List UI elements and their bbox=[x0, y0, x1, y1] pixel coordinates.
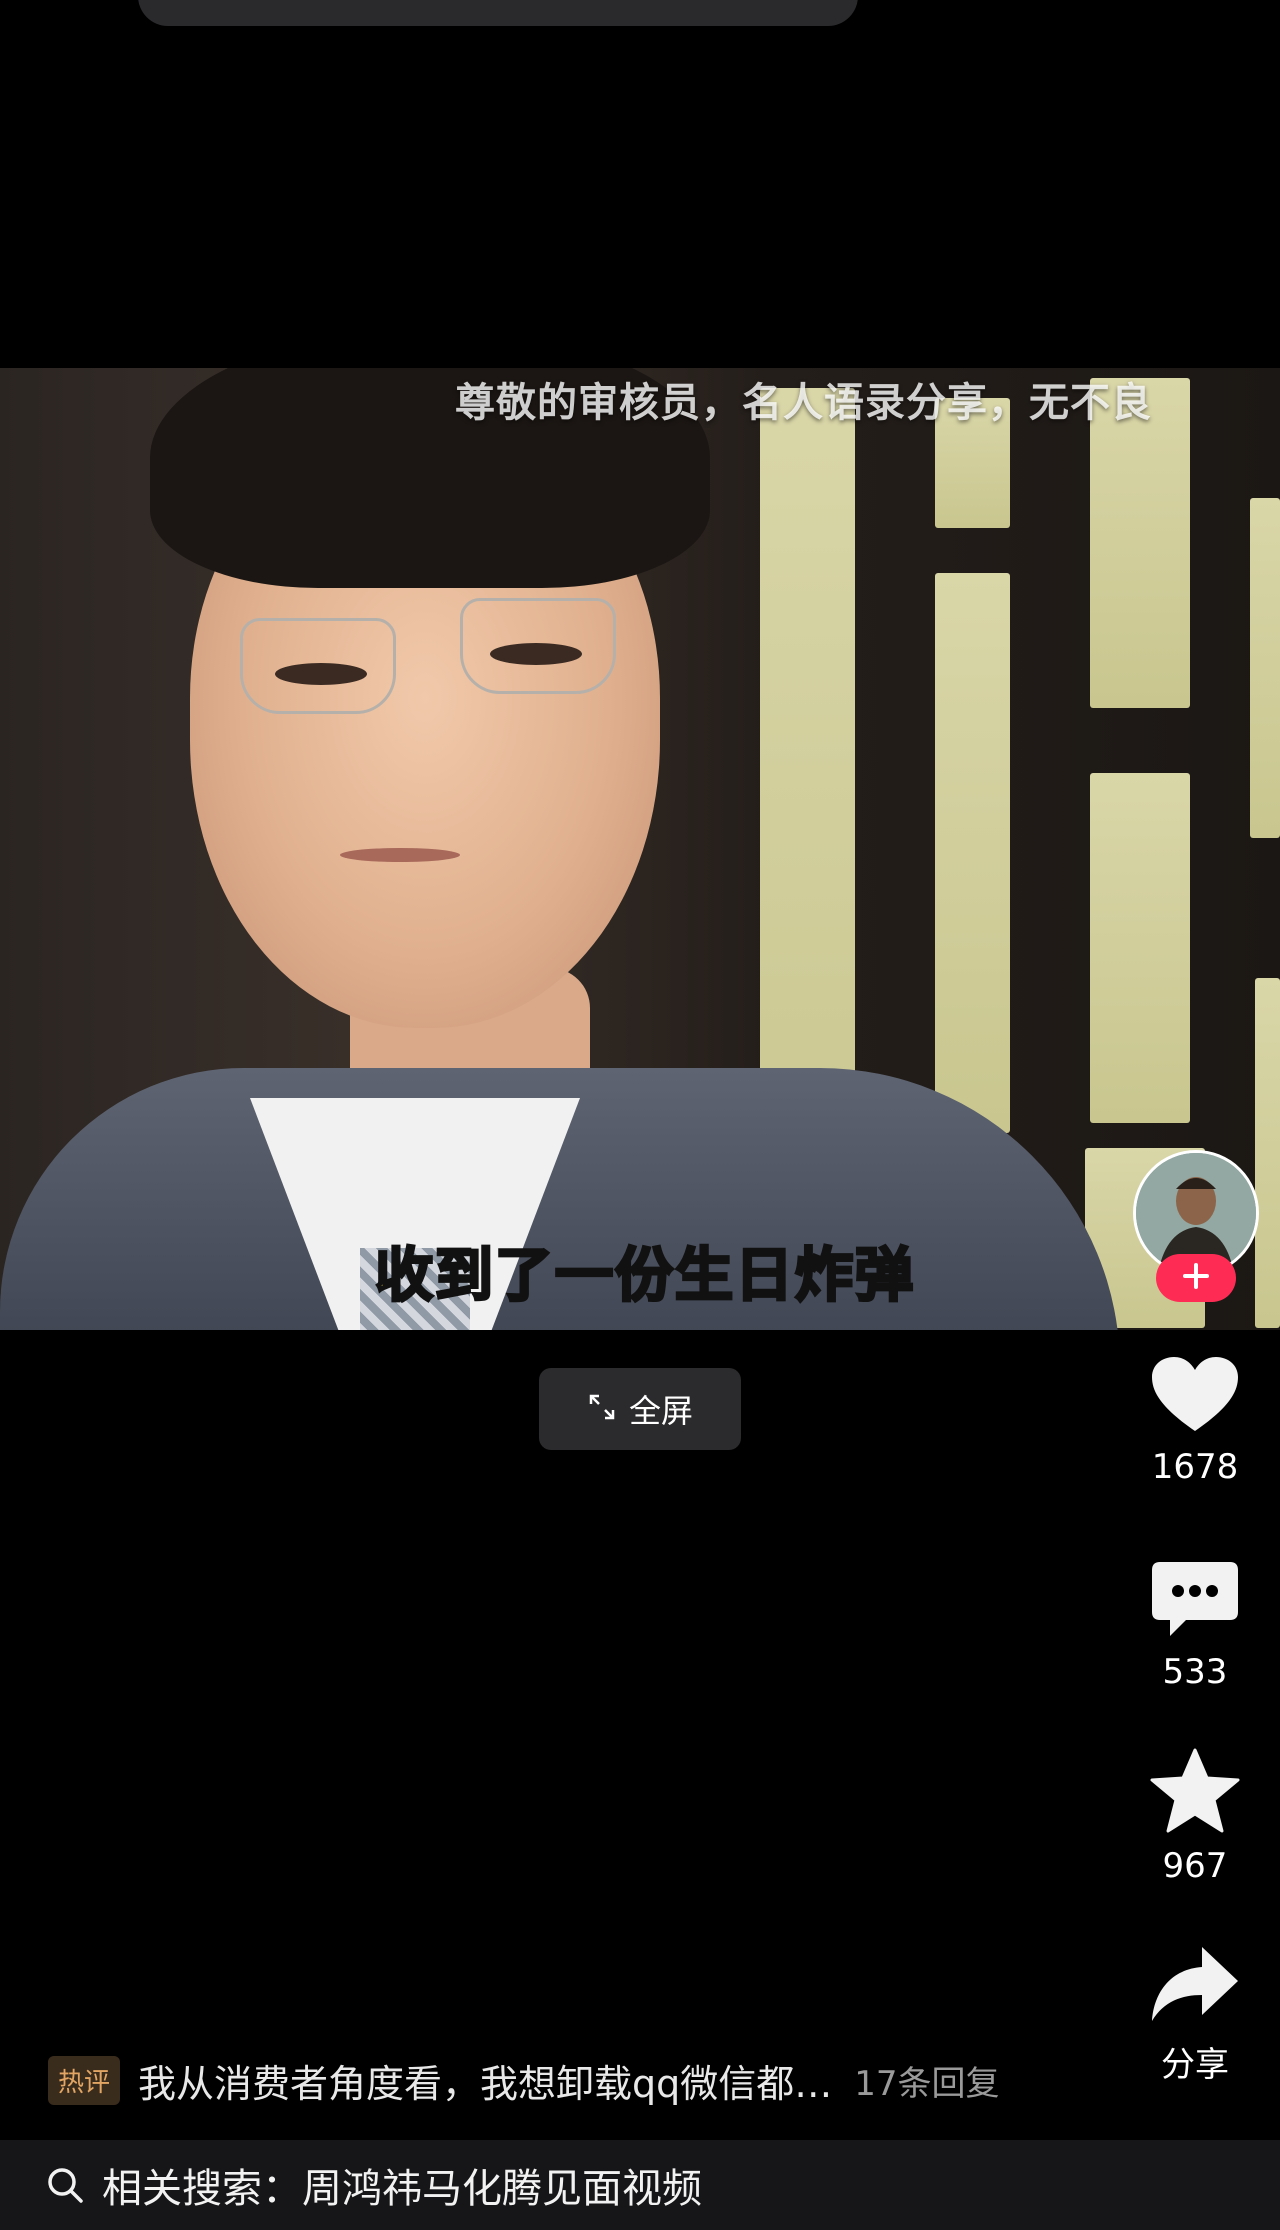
favorite-button[interactable]: 967 bbox=[1130, 1748, 1260, 1886]
heart-icon bbox=[1150, 1355, 1240, 1439]
favorite-count: 967 bbox=[1162, 1846, 1228, 1886]
fullscreen-label: 全屏 bbox=[628, 1392, 693, 1430]
video-player[interactable]: 尊敬的审核员，名人语录分享，无不良 收到了一份生日炸弹 bbox=[0, 368, 1280, 1330]
share-button[interactable]: 分享 bbox=[1130, 1945, 1260, 2086]
hot-comment-replies[interactable]: 17条回复 bbox=[854, 2056, 999, 2105]
like-button[interactable]: 1678 bbox=[1130, 1355, 1260, 1487]
search-icon bbox=[46, 2166, 84, 2204]
comment-icon bbox=[1150, 1560, 1240, 1644]
comment-count: 533 bbox=[1162, 1652, 1228, 1692]
comment-button[interactable]: 533 bbox=[1130, 1560, 1260, 1692]
expand-icon bbox=[587, 1392, 617, 1426]
related-search-bar[interactable]: 相关搜索：周鸿祎马化腾见面视频 bbox=[0, 2140, 1280, 2230]
hot-comment-text: 我从消费者角度看，我想卸载qq微信都… bbox=[138, 2061, 833, 2106]
top-handle bbox=[138, 0, 858, 26]
fullscreen-button[interactable]: 全屏 bbox=[539, 1368, 741, 1450]
plus-icon bbox=[1182, 1262, 1210, 1294]
share-icon bbox=[1150, 1945, 1240, 2029]
hot-comment-badge: 热评 bbox=[48, 2055, 121, 2105]
hot-comment[interactable]: 热评 我从消费者角度看，我想卸载qq微信都… 17条回复 bbox=[48, 2050, 1088, 2110]
related-search-label: 相关搜索：周鸿祎马化腾见面视频 bbox=[102, 2166, 702, 2212]
video-watermark: 尊敬的审核员，名人语录分享，无不良 bbox=[455, 380, 1152, 426]
video-subtitle: 收到了一份生日炸弹 bbox=[373, 1240, 916, 1311]
like-count: 1678 bbox=[1151, 1447, 1239, 1487]
follow-button[interactable] bbox=[1156, 1254, 1236, 1302]
share-label: 分享 bbox=[1161, 2045, 1229, 2085]
star-icon bbox=[1150, 1748, 1240, 1838]
